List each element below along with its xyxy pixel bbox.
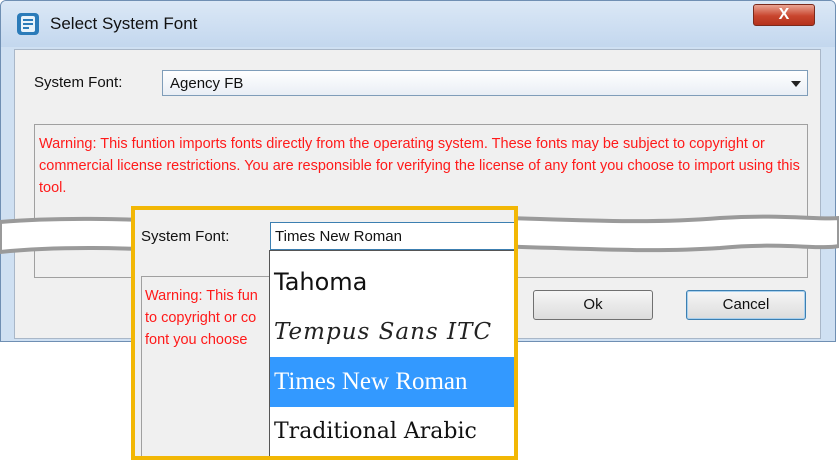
zoom-callout: System Font: Times New Roman Warning: Th… <box>131 206 518 460</box>
system-font-select[interactable]: Agency FB <box>162 70 808 96</box>
font-dropdown-list[interactable]: Tahoma Tempus Sans ITC Times New Roman T… <box>269 250 514 456</box>
warning-text: Warning: This funtion imports fonts dire… <box>39 136 800 196</box>
zoom-system-font-label: System Font: <box>141 228 230 245</box>
zoom-system-font-select[interactable]: Times New Roman <box>270 222 514 250</box>
font-option-traditional-arabic[interactable]: Traditional Arabic <box>270 407 514 456</box>
ok-button[interactable]: Ok <box>533 290 653 320</box>
close-button[interactable]: X <box>753 4 815 26</box>
system-font-label: System Font: <box>34 74 123 91</box>
app-logo-icon <box>17 13 39 35</box>
system-font-value[interactable]: Agency FB <box>170 75 243 92</box>
font-option-times-new-roman[interactable]: Times New Roman <box>270 357 514 407</box>
title-bar: Select System Font X <box>1 1 835 47</box>
cancel-button[interactable]: Cancel <box>686 290 806 320</box>
window-title: Select System Font <box>50 14 198 33</box>
close-icon[interactable]: X <box>779 6 790 23</box>
zoom-system-font-value[interactable]: Times New Roman <box>275 228 402 245</box>
chevron-down-icon[interactable] <box>791 81 801 87</box>
font-option-tahoma[interactable]: Tahoma <box>270 257 514 307</box>
font-option-tempus-sans-itc[interactable]: Tempus Sans ITC <box>270 307 514 357</box>
